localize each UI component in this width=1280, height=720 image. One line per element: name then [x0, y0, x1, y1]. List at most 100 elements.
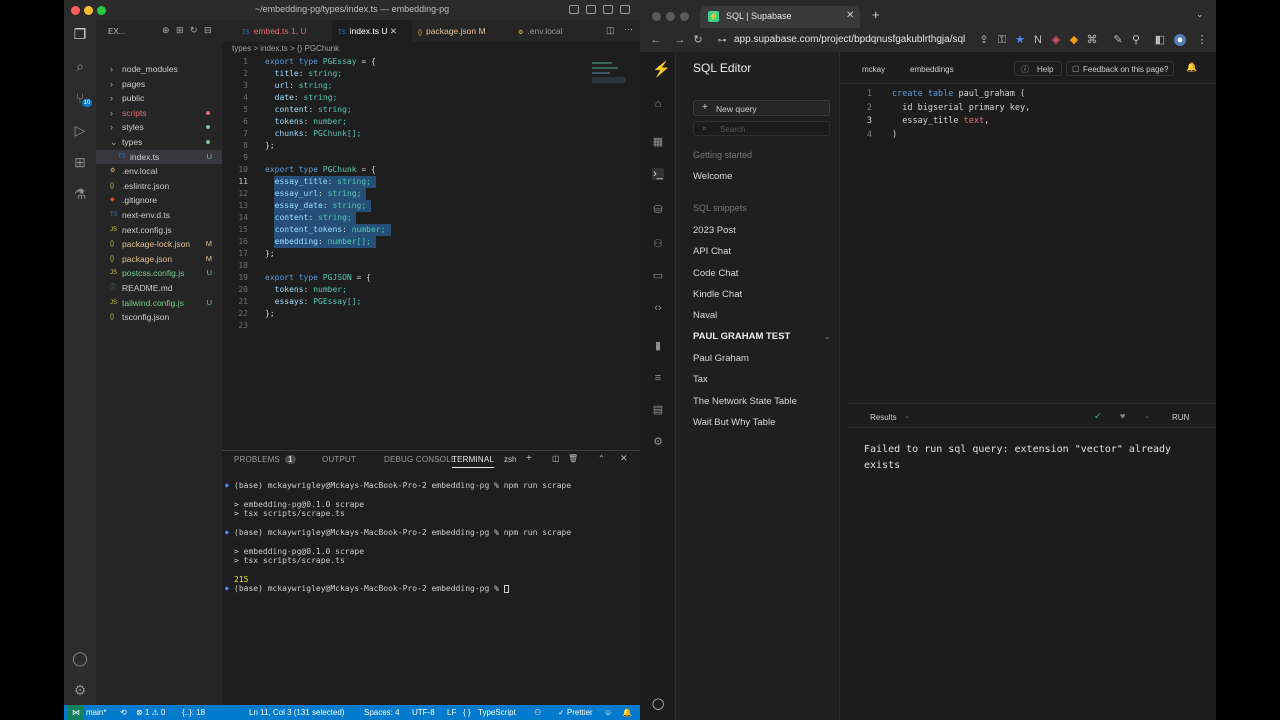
- sidebar-icon[interactable]: ◧: [1154, 34, 1166, 46]
- reload-icon[interactable]: ↻: [692, 34, 704, 46]
- cursor-position[interactable]: Ln 11, Col 3 (131 selected): [249, 705, 344, 720]
- table-editor-icon[interactable]: ▦: [652, 136, 664, 148]
- sql-code-line[interactable]: id bigserial primary key,: [892, 103, 1030, 113]
- tab-list-icon[interactable]: ⌄: [1196, 9, 1204, 20]
- edge-functions-icon[interactable]: ‹›: [652, 302, 664, 314]
- minimap[interactable]: [592, 60, 626, 90]
- browser-menu-icon[interactable]: ⋮: [1196, 34, 1208, 46]
- database-icon[interactable]: ⛁: [652, 204, 664, 216]
- file-tree-item[interactable]: ◆ .gitignore: [96, 193, 222, 207]
- user-icon[interactable]: ◯: [652, 698, 664, 710]
- close-tab-icon[interactable]: ✕: [846, 10, 854, 21]
- new-tab-icon[interactable]: +: [872, 7, 880, 22]
- extension-icon[interactable]: ⌘: [1086, 34, 1098, 46]
- chevron-down-icon[interactable]: ⌄: [904, 412, 910, 420]
- close-tab-icon[interactable]: ✕: [387, 26, 397, 36]
- live-share-icon[interactable]: ⚇: [534, 705, 541, 720]
- profile-avatar[interactable]: ●: [1174, 34, 1186, 46]
- code-line[interactable]: 1 export type PGEssay = {: [222, 56, 640, 68]
- encoding[interactable]: UTF-8: [412, 705, 435, 720]
- panel-tab[interactable]: OUTPUT: [322, 455, 356, 464]
- run-button[interactable]: RUN: [1172, 413, 1189, 422]
- api-docs-icon[interactable]: ▤: [652, 404, 664, 416]
- run-debug-icon[interactable]: ▷: [72, 122, 88, 138]
- metamask-icon[interactable]: ◆: [1068, 34, 1080, 46]
- settings-gear-icon[interactable]: ⚙: [652, 436, 664, 448]
- snippet-item[interactable]: Code Chat: [693, 268, 738, 279]
- bookmark-star-icon[interactable]: ★: [1014, 34, 1026, 46]
- panel-tab[interactable]: TERMINAL: [452, 455, 495, 468]
- breadcrumb-project[interactable]: embeddings: [910, 65, 954, 74]
- eol[interactable]: LF: [447, 705, 456, 720]
- feedback-icon[interactable]: ☺: [604, 705, 612, 720]
- code-line[interactable]: 18: [222, 260, 640, 272]
- extension-icon[interactable]: ◈: [1050, 34, 1062, 46]
- chevron-down-icon[interactable]: ⌄: [1144, 412, 1150, 420]
- editor-tab[interactable]: TS index.ts U ✕: [332, 20, 412, 42]
- snippet-item[interactable]: Wait But Why Table: [693, 417, 775, 428]
- settings-gear-icon[interactable]: ⚙: [72, 682, 88, 698]
- maximize-panel-icon[interactable]: ⌃: [598, 454, 605, 463]
- reports-icon[interactable]: ▮: [652, 340, 664, 352]
- snippet-item[interactable]: API Chat: [693, 246, 731, 257]
- testing-icon[interactable]: ⚗: [72, 186, 88, 202]
- code-line[interactable]: 23: [222, 320, 640, 332]
- minimize-window-button[interactable]: [666, 12, 675, 21]
- address-bar[interactable]: app.supabase.com/project/bpdqnusfgakublr…: [734, 31, 984, 49]
- toggle-panel-icon[interactable]: [586, 5, 596, 14]
- search-icon[interactable]: ⌕: [72, 58, 88, 74]
- panel-tab[interactable]: PROBLEMS: [234, 455, 280, 464]
- code-line[interactable]: 22};: [222, 308, 640, 320]
- braces-indicator[interactable]: {..}: 18: [182, 705, 205, 720]
- logs-icon[interactable]: ≡: [652, 372, 664, 384]
- results-tab[interactable]: Results: [870, 413, 897, 422]
- account-icon[interactable]: ◯: [72, 650, 88, 666]
- breadcrumb[interactable]: types > index.ts > {} PGChunk: [232, 44, 339, 53]
- code-line[interactable]: 7 chunks: PGChunk[];: [222, 128, 640, 140]
- code-line[interactable]: 6 tokens: number;: [222, 116, 640, 128]
- file-tree-item[interactable]: › pages: [96, 77, 222, 91]
- prettier-status[interactable]: ✓ Prettier: [558, 705, 593, 720]
- language-label[interactable]: TypeScript: [478, 705, 516, 720]
- notifications-bell-icon[interactable]: 🔔: [1186, 62, 1197, 73]
- search-input[interactable]: ⌕ Search: [693, 121, 830, 136]
- code-line[interactable]: 14 content: string;: [222, 212, 640, 224]
- snippet-item[interactable]: 2023 Post: [693, 225, 736, 236]
- collapse-all-icon[interactable]: ⊟: [204, 25, 212, 36]
- supabase-logo-icon[interactable]: ⚡: [652, 62, 671, 77]
- code-line[interactable]: 16 embedding: number[];: [222, 236, 640, 248]
- file-tree-item[interactable]: JS postcss.config.js U: [96, 266, 222, 280]
- toggle-sidebar-icon[interactable]: [569, 5, 579, 14]
- sql-code-line[interactable]: create table paul_graham (: [892, 89, 1025, 99]
- sync-icon[interactable]: ⟲: [120, 705, 127, 720]
- shell-label[interactable]: zsh: [504, 455, 516, 464]
- code-line[interactable]: 8};: [222, 140, 640, 152]
- close-window-button[interactable]: [652, 12, 661, 21]
- code-line[interactable]: 9: [222, 152, 640, 164]
- code-line[interactable]: 21 essays: PGEssay[];: [222, 296, 640, 308]
- close-panel-icon[interactable]: ✕: [620, 453, 628, 464]
- code-line[interactable]: 2 title: string;: [222, 68, 640, 80]
- code-line[interactable]: 11 essay_title: string;: [222, 176, 640, 188]
- key-icon[interactable]: ⚿: [996, 34, 1008, 46]
- code-line[interactable]: 3 url: string;: [222, 80, 640, 92]
- code-line[interactable]: 4 date: string;: [222, 92, 640, 104]
- file-tree-item[interactable]: ⌄ types: [96, 135, 222, 149]
- code-line[interactable]: 17};: [222, 248, 640, 260]
- customize-layout-icon[interactable]: [620, 5, 630, 14]
- sql-editor-icon[interactable]: ›_: [652, 168, 664, 180]
- explorer-icon[interactable]: ❐: [72, 26, 88, 42]
- more-actions-icon[interactable]: ⋯: [624, 24, 633, 35]
- editor-tab[interactable]: ⚙ .env.local: [512, 20, 596, 42]
- file-tree-item[interactable]: {} package.json M: [96, 252, 222, 266]
- split-editor-icon[interactable]: ◫: [606, 25, 615, 36]
- problems-indicator[interactable]: ⊗ 1 ⚠ 0: [136, 705, 165, 720]
- feedback-button[interactable]: ▢ Feedback on this page?: [1066, 61, 1174, 76]
- maximize-window-button[interactable]: [680, 12, 689, 21]
- storage-icon[interactable]: ▭: [652, 270, 664, 282]
- home-icon[interactable]: ⌂: [652, 98, 664, 110]
- file-tree-item[interactable]: › public: [96, 91, 222, 105]
- extensions-puzzle-icon[interactable]: ⚲: [1130, 34, 1142, 46]
- notifications-icon[interactable]: 🔔: [622, 705, 632, 720]
- remote-indicator[interactable]: ⋈: [68, 705, 84, 720]
